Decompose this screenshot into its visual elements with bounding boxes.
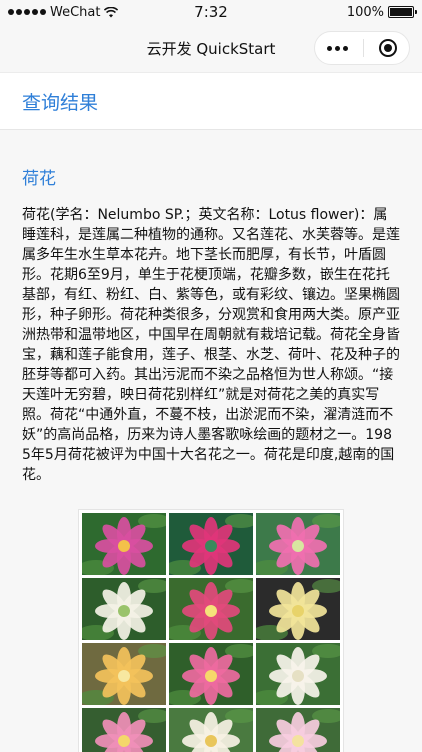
status-carrier-group: WeChat <box>8 4 119 20</box>
page-content[interactable]: 查询结果 荷花 荷花(学名：Nelumbo SP.；英文名称：Lotus flo… <box>0 72 422 752</box>
status-battery-group: 100% <box>346 4 417 20</box>
flower-thumbnail[interactable] <box>82 643 166 705</box>
flower-thumbnail[interactable] <box>169 708 253 752</box>
flower-thumbnail[interactable] <box>82 708 166 752</box>
signal-strength-icon <box>8 9 46 15</box>
battery-percent: 100% <box>346 4 384 20</box>
flower-name: 荷花 <box>22 169 56 189</box>
flower-thumbnail[interactable] <box>169 513 253 575</box>
flower-thumbnail[interactable] <box>82 513 166 575</box>
more-dots-icon[interactable] <box>327 45 348 51</box>
flower-thumbnail[interactable] <box>169 578 253 640</box>
flower-thumbnail[interactable] <box>169 643 253 705</box>
flower-thumbnail[interactable] <box>256 513 340 575</box>
battery-level <box>390 8 412 16</box>
result-header: 查询结果 <box>0 72 422 130</box>
navigation-bar: 云开发 QuickStart <box>0 24 422 72</box>
flower-image-gallery[interactable] <box>78 509 344 752</box>
flower-thumbnail[interactable] <box>256 578 340 640</box>
status-bar: WeChat 7:32 100% <box>0 0 422 24</box>
carrier-name: WeChat <box>50 4 101 20</box>
nav-title: 云开发 QuickStart <box>146 39 276 58</box>
flower-thumbnail[interactable] <box>256 708 340 752</box>
battery-icon <box>388 6 417 18</box>
result-heading: 查询结果 <box>22 91 99 114</box>
mini-program-capsule <box>314 31 410 65</box>
flower-thumbnail[interactable] <box>256 643 340 705</box>
wifi-icon <box>104 6 119 17</box>
capsule-divider <box>363 39 364 57</box>
flower-thumbnail[interactable] <box>82 578 166 640</box>
result-body: 荷花 荷花(学名：Nelumbo SP.；英文名称：Lotus flower)：… <box>0 164 422 752</box>
flower-description: 荷花(学名：Nelumbo SP.；英文名称：Lotus flower)：属睡莲… <box>22 207 400 483</box>
target-circle-icon[interactable] <box>379 39 397 57</box>
